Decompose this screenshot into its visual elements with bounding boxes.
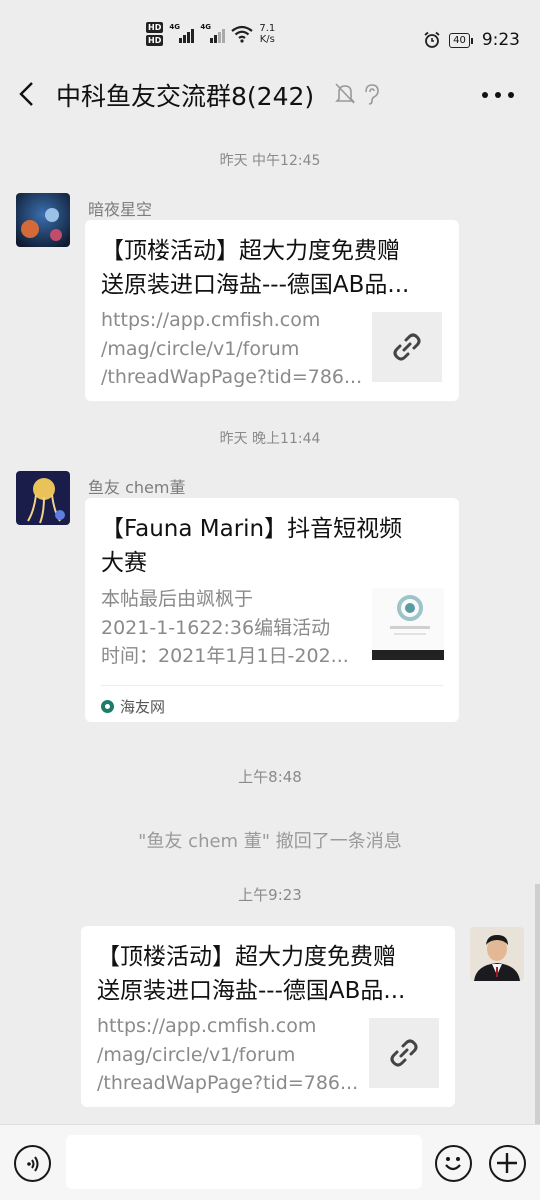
source-name: 海友网 [120,698,166,716]
sender-name: 暗夜星空 [88,200,153,219]
chat-header: 中科鱼友交流群8(242) [0,62,540,126]
hd-label-1: HD [146,22,164,33]
card-title-line: 【顶楼活动】超大力度免费赠 [97,944,396,970]
timestamp: 昨天 中午12:45 [219,153,321,169]
timestamp: 上午9:23 [238,886,302,904]
card-title-line: 【顶楼活动】超大力度免费赠 [101,238,400,264]
signal-label-2: 4G [200,23,211,31]
card-title-line: 送原装进口海盐---德国AB品... [97,978,406,1004]
input-bar [0,1124,540,1200]
link-icon [372,312,442,382]
wifi-icon [231,25,254,43]
link-card[interactable]: 【Fauna Marin】抖音短视频 大赛 本帖最后由飒枫于 2021-1-16… [85,498,459,722]
card-desc-line: /threadWapPage?tid=786... [101,366,361,388]
my-avatar[interactable] [470,927,524,981]
message-input[interactable] [66,1135,422,1189]
card-desc-line: 2021-1-1622:36编辑活动 [101,616,331,639]
signal-label: 4G [169,23,180,31]
timestamp: 昨天 晚上11:44 [219,431,321,447]
hd-label-2: HD [146,35,164,46]
network-speed: 7.1 K/s [259,23,275,45]
recall-notice: "鱼友 chem 董" 撤回了一条消息 [138,831,402,852]
back-icon[interactable] [16,80,38,108]
status-bar: HD HD 4G 4G 7.1 K/s 40 9:23 [0,0,540,62]
chat-title: 中科鱼友交流群8(242) [56,82,315,111]
card-desc-line: /mag/circle/v1/forum [97,1043,296,1066]
plus-icon[interactable] [489,1145,526,1182]
emoji-icon[interactable] [435,1145,472,1182]
poster-image [372,588,444,660]
card-title-line: 【Fauna Marin】抖音短视频 [101,516,403,542]
clock: 9:23 [481,30,520,50]
avatar[interactable] [16,471,70,525]
hd-icon: HD HD [146,22,164,46]
card-desc-line: /mag/circle/v1/forum [101,337,300,360]
card-source: 海友网 [101,696,165,717]
network-speed-value: 7.1 [259,23,276,34]
card-title-line: 大赛 [101,550,147,576]
sender-name: 鱼友 chem董 [88,478,186,497]
status-left-group: HD HD 4G 4G 7.1 K/s [146,22,275,46]
card-desc-line: https://app.cmfish.com [101,309,321,331]
card-description: 本帖最后由飒枫于 2021-1-1622:36编辑活动 时间：2021年1月1日… [101,585,361,671]
scrollbar[interactable] [535,884,540,1124]
own-link-card[interactable]: 【顶楼活动】超大力度免费赠 送原装进口海盐---德国AB品... https:/… [81,926,455,1107]
voice-icon[interactable] [14,1145,51,1182]
signal-icon: 4G [169,23,195,43]
battery-icon: 40 [449,32,473,48]
card-desc-line: /threadWapPage?tid=786... [97,1072,357,1094]
card-title: 【顶楼活动】超大力度免费赠 送原装进口海盐---德国AB品... [101,234,441,302]
card-description: https://app.cmfish.com /mag/circle/v1/fo… [101,306,361,392]
link-card[interactable]: 【顶楼活动】超大力度免费赠 送原装进口海盐---德国AB品... https:/… [85,220,459,401]
signal-icon-2: 4G [200,23,226,43]
mute-bell-icon [335,83,355,104]
card-title: 【Fauna Marin】抖音短视频 大赛 [101,512,441,580]
network-speed-unit: K/s [259,34,275,45]
alarm-icon [424,31,440,48]
card-desc-line: 本帖最后由飒枫于 [101,588,254,610]
card-desc-line: 时间：2021年1月1日-202... [101,645,349,667]
earpiece-icon [365,84,379,105]
card-divider [101,685,443,686]
avatar[interactable] [16,193,70,247]
link-icon [369,1018,439,1088]
source-logo-icon [101,700,114,713]
card-description: https://app.cmfish.com /mag/circle/v1/fo… [97,1012,357,1098]
status-right-group: 40 9:23 [423,30,520,50]
card-title: 【顶楼活动】超大力度免费赠 送原装进口海盐---德国AB品... [97,940,437,1008]
timestamp: 上午8:48 [238,768,302,786]
more-icon[interactable] [482,92,514,98]
card-desc-line: https://app.cmfish.com [97,1015,317,1037]
card-title-line: 送原装进口海盐---德国AB品... [101,272,410,298]
